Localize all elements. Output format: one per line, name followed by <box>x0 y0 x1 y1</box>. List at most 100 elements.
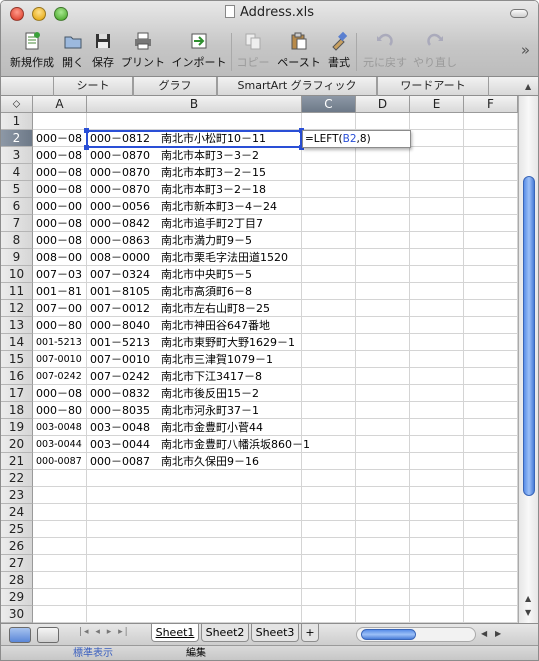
add-sheet-button[interactable]: + <box>301 624 319 642</box>
column-header-c[interactable]: C <box>302 96 356 113</box>
cell-column-b[interactable] <box>88 521 300 538</box>
row-header[interactable]: 27 <box>1 555 33 572</box>
cell-column-a[interactable] <box>34 504 86 521</box>
tab-sheet[interactable]: シート <box>53 77 133 96</box>
cell-column-b[interactable]: 000－0056 南北市新本町3－4－24 <box>88 198 300 215</box>
row-header[interactable]: 13 <box>1 317 33 334</box>
row-header[interactable]: 26 <box>1 538 33 555</box>
cell-column-b[interactable]: 000－0863 南北市満力町9－5 <box>88 232 300 249</box>
scroll-up-top-icon[interactable]: ▲ <box>525 82 531 91</box>
sheet-tab-sheet3[interactable]: Sheet3 <box>251 624 299 642</box>
page-layout-view-button[interactable] <box>37 627 59 643</box>
open-button[interactable]: 開く <box>59 31 87 73</box>
cell-column-b[interactable] <box>88 487 300 504</box>
row-header[interactable]: 10 <box>1 266 33 283</box>
cell-column-a[interactable]: 000-0087 <box>34 453 86 470</box>
cell-column-b[interactable]: 007－0324 南北市中央町5－5 <box>88 266 300 283</box>
cell-column-a[interactable] <box>34 113 86 130</box>
cell-column-a[interactable]: 000－80 <box>34 317 86 334</box>
column-header-a[interactable]: A <box>33 96 87 113</box>
resize-handle[interactable] <box>84 145 89 150</box>
vertical-scroll-thumb[interactable] <box>523 176 535 496</box>
cell-column-b[interactable]: 003－0044 南北市金豊町八幡浜坂860－1 <box>88 436 328 453</box>
cell-column-a[interactable]: 007-0242 <box>34 368 86 385</box>
cell-column-a[interactable] <box>34 606 86 623</box>
cell-column-b[interactable]: 003－0048 南北市金豊町小菅44 <box>88 419 300 436</box>
row-header[interactable]: 21 <box>1 453 33 470</box>
row-header[interactable]: 15 <box>1 351 33 368</box>
cell-column-a[interactable] <box>34 521 86 538</box>
cell-column-b[interactable]: 008－0000 南北市栗毛字法田道1520 <box>88 249 300 266</box>
cell-column-b[interactable]: 007－0010 南北市三津賀1079－1 <box>88 351 300 368</box>
paste-button[interactable]: ペースト <box>275 31 323 73</box>
row-header[interactable]: 14 <box>1 334 33 351</box>
row-header[interactable]: 20 <box>1 436 33 453</box>
cell-column-b[interactable]: 007－0012 南北市左右山町8－25 <box>88 300 300 317</box>
cell-column-a[interactable]: 000－08 <box>34 232 86 249</box>
tab-wordart[interactable]: ワードアート <box>377 77 489 96</box>
scroll-down-arrow-icon[interactable]: ▼ <box>525 608 531 617</box>
horizontal-scrollbar[interactable] <box>356 627 476 642</box>
sheet-navigation-arrows-icon[interactable]: |◂ ◂ ▸ ▸| <box>79 627 130 637</box>
new-workbook-button[interactable]: 新規作成 <box>9 31 55 73</box>
save-button[interactable]: 保存 <box>89 31 117 73</box>
cell-column-a[interactable] <box>34 589 86 606</box>
cell-column-b[interactable]: 000－0870 南北市本町3－3－2 <box>88 147 300 164</box>
cell-column-a[interactable]: 000－08 <box>34 385 86 402</box>
cell-column-b[interactable]: 001－8105 南北市高須町6－8 <box>88 283 300 300</box>
cell-column-b[interactable]: 000－0842 南北市追手町2丁目7 <box>88 215 300 232</box>
row-header[interactable]: 12 <box>1 300 33 317</box>
cell-column-a[interactable]: 003-0048 <box>34 419 86 436</box>
row-header[interactable]: 11 <box>1 283 33 300</box>
cell-column-a[interactable]: 003-0044 <box>34 436 86 453</box>
row-header[interactable]: 19 <box>1 419 33 436</box>
cell-column-a[interactable]: 000－08 <box>34 164 86 181</box>
column-header-f[interactable]: F <box>464 96 518 113</box>
cell-column-a[interactable]: 007－03 <box>34 266 86 283</box>
row-header[interactable]: 5 <box>1 181 33 198</box>
cell-column-a[interactable]: 000－08 <box>34 181 86 198</box>
cell-column-a[interactable]: 001－81 <box>34 283 86 300</box>
cell-column-b[interactable]: 000－0832 南北市後反田15－2 <box>88 385 300 402</box>
row-header[interactable]: 6 <box>1 198 33 215</box>
row-header[interactable]: 18 <box>1 402 33 419</box>
cell-column-b[interactable] <box>88 538 300 555</box>
row-header[interactable]: 9 <box>1 249 33 266</box>
cell-column-b[interactable]: 000－8040 南北市神田谷647番地 <box>88 317 300 334</box>
cell-column-b[interactable] <box>88 572 300 589</box>
cell-column-a[interactable]: 007-0010 <box>34 351 86 368</box>
print-button[interactable]: プリント <box>121 31 165 73</box>
row-header[interactable]: 3 <box>1 147 33 164</box>
cell-column-b[interactable] <box>88 555 300 572</box>
sheet-tab-sheet1[interactable]: Sheet1 <box>151 624 199 642</box>
column-header-e[interactable]: E <box>410 96 464 113</box>
row-header[interactable]: 17 <box>1 385 33 402</box>
toolbar-toggle-button[interactable] <box>510 9 528 18</box>
scroll-up-arrow-icon[interactable]: ▲ <box>525 594 531 603</box>
tab-chart[interactable]: グラフ <box>133 77 217 96</box>
row-header[interactable]: 16 <box>1 368 33 385</box>
scroll-left-arrow-icon[interactable]: ◀ <box>481 629 487 638</box>
vertical-scrollbar[interactable]: ▲ ▲ ▼ <box>518 82 538 623</box>
horizontal-scroll-thumb[interactable] <box>361 629 416 640</box>
cell-column-a[interactable] <box>34 572 86 589</box>
row-header[interactable]: 7 <box>1 215 33 232</box>
cell-column-b[interactable]: 000－0087 南北市久保田9－16 <box>88 453 300 470</box>
cell-column-b[interactable] <box>88 504 300 521</box>
format-button[interactable]: 書式 <box>327 31 351 73</box>
cell-column-a[interactable] <box>34 555 86 572</box>
tab-smartart[interactable]: SmartArt グラフィック <box>217 77 377 96</box>
column-header-d[interactable]: D <box>356 96 410 113</box>
row-header[interactable]: 22 <box>1 470 33 487</box>
row-header[interactable]: 28 <box>1 572 33 589</box>
row-header[interactable]: 25 <box>1 521 33 538</box>
row-header[interactable]: 30 <box>1 606 33 623</box>
cell-column-b[interactable]: 000－0870 南北市本町3－2－18 <box>88 181 300 198</box>
select-all-button[interactable]: ⬦ <box>1 96 33 113</box>
cell-column-b[interactable]: 000－8035 南北市河永町37－1 <box>88 402 300 419</box>
cell-column-b[interactable]: 001－5213 南北市東野町大野1629－1 <box>88 334 300 351</box>
cell-column-a[interactable] <box>34 487 86 504</box>
cell-column-b[interactable] <box>88 606 300 623</box>
cell-column-a[interactable]: 001-5213 <box>34 334 86 351</box>
cell-column-b[interactable] <box>88 470 300 487</box>
